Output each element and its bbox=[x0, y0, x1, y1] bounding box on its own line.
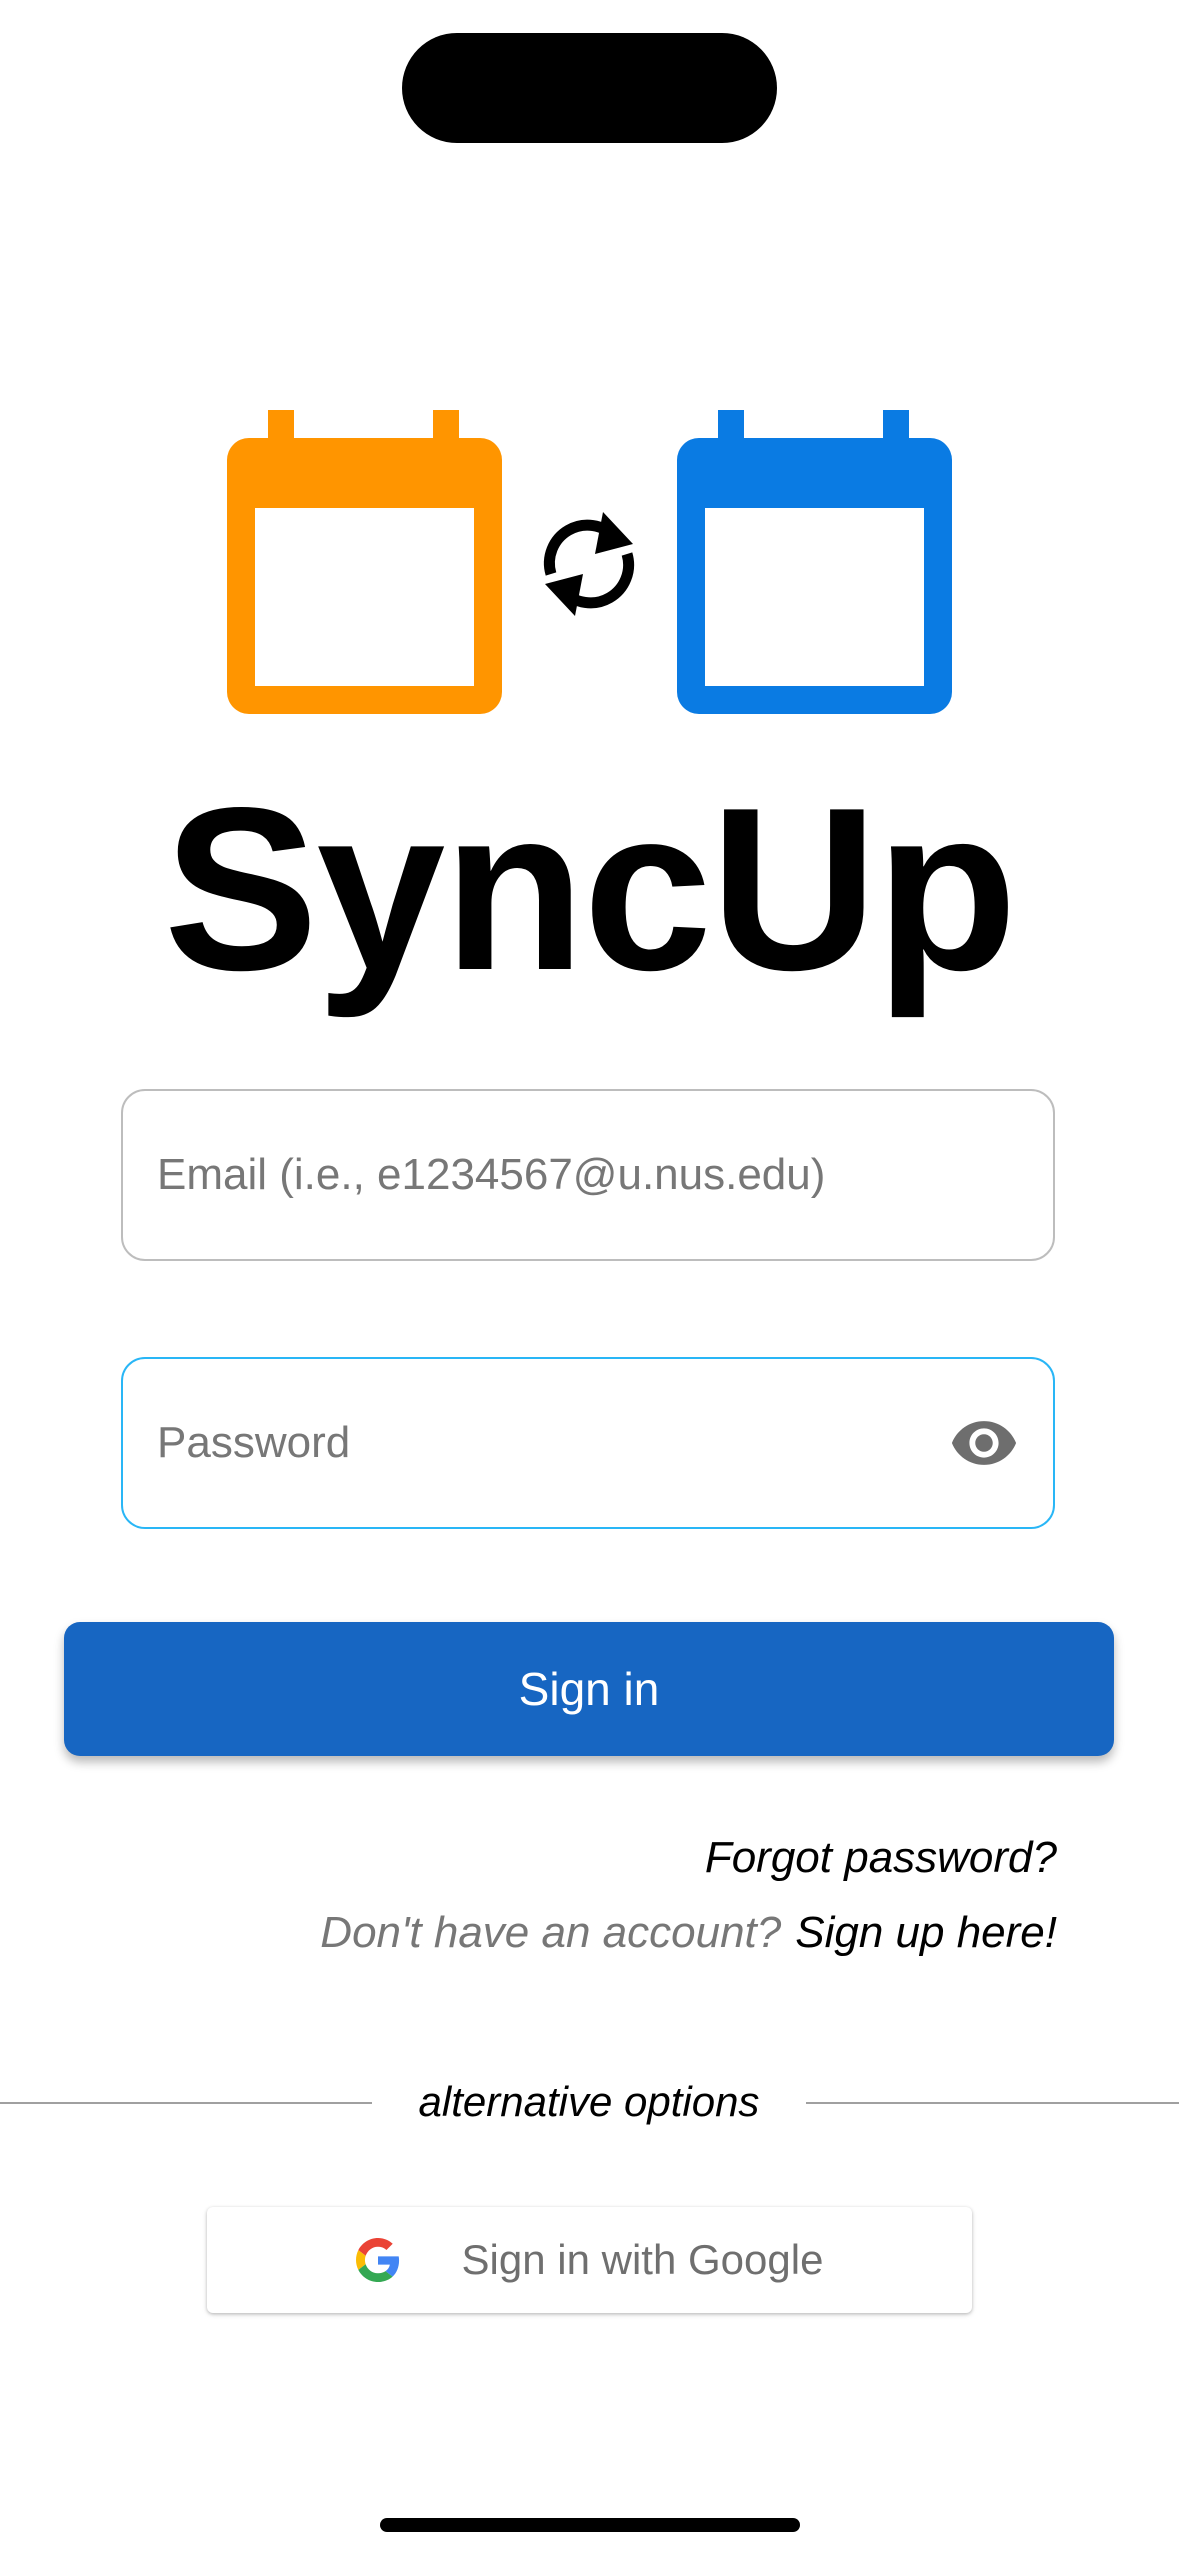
google-sign-in-label: Sign in with Google bbox=[461, 2236, 824, 2283]
sign-in-button[interactable]: Sign in bbox=[64, 1622, 1114, 1756]
calendar-icon bbox=[227, 410, 502, 714]
eye-icon[interactable] bbox=[949, 1408, 1019, 1478]
alternative-options-label: alternative options bbox=[418, 2078, 760, 2125]
home-indicator[interactable] bbox=[380, 2518, 800, 2532]
dynamic-island bbox=[402, 33, 777, 143]
google-sign-in-button[interactable]: Sign in with Google bbox=[207, 2207, 972, 2313]
app-logo bbox=[227, 410, 952, 714]
app-title: SyncUp bbox=[163, 760, 1018, 1019]
password-input[interactable] bbox=[157, 1359, 957, 1527]
calendar-icon bbox=[677, 410, 952, 714]
google-icon bbox=[355, 2238, 399, 2282]
email-input[interactable] bbox=[157, 1091, 957, 1259]
password-field[interactable] bbox=[121, 1357, 1055, 1529]
divider-line-right bbox=[806, 2102, 1179, 2104]
forgot-password-link[interactable]: Forgot password? bbox=[705, 1830, 1057, 1886]
no-account-text: Don't have an account? bbox=[320, 1908, 782, 1957]
email-field[interactable] bbox=[121, 1089, 1055, 1261]
sign-up-link[interactable]: Sign up here! bbox=[795, 1908, 1057, 1957]
signup-row: Don't have an account? Sign up here! bbox=[320, 1905, 1057, 1961]
sync-icon bbox=[543, 512, 635, 616]
divider-line-left bbox=[0, 2102, 372, 2104]
